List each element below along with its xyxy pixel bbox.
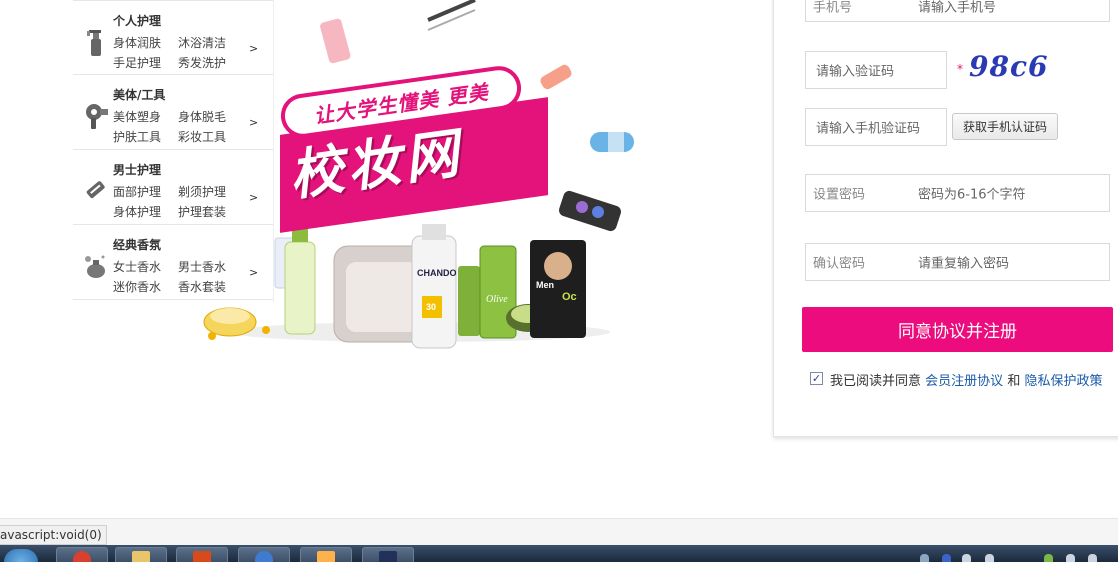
phone-input[interactable]: 请输入手机号: [918, 0, 996, 16]
start-button-icon[interactable]: [4, 549, 38, 562]
password-field[interactable]: 设置密码 密码为6-16个字符: [805, 174, 1110, 212]
brand-label: 30: [426, 302, 436, 312]
taskbar-firefox-icon[interactable]: [238, 547, 290, 562]
brand-label: CHANDO: [417, 268, 457, 278]
razor-icon: [86, 181, 105, 199]
category-link[interactable]: 护肤工具: [113, 128, 161, 145]
lotion-bottle: [284, 241, 316, 335]
eyeshadow-dot: [576, 201, 588, 213]
taskbar-chrome-icon[interactable]: [56, 547, 108, 562]
member-agreement-link[interactable]: 会员注册协议: [925, 374, 1003, 389]
eyeshadow-palette-icon: [559, 190, 621, 232]
sms-code-field[interactable]: 请输入手机验证码: [805, 108, 947, 146]
phone-label: 手机号: [813, 0, 853, 16]
category-link[interactable]: 女士香水: [113, 258, 161, 275]
category-link[interactable]: 面部护理: [113, 183, 161, 200]
olive-bottle: [458, 266, 480, 336]
password-label: 设置密码: [813, 187, 866, 203]
sms-code-input[interactable]: 请输入手机验证码: [816, 118, 920, 137]
tray-icon[interactable]: [962, 554, 971, 562]
tray-icon[interactable]: [1088, 554, 1097, 562]
sunscreen-bottle: [411, 235, 457, 349]
windows-taskbar: [0, 545, 1118, 562]
browser-status-area: [0, 518, 1118, 545]
agreement-text: 我已阅读并同意 会员注册协议 和 隐私保护政策: [830, 370, 1102, 389]
brand-label: Men: [536, 280, 554, 290]
category-title: 美体/工具: [113, 88, 166, 102]
taskbar-explorer-icon[interactable]: [115, 547, 167, 562]
tray-icon[interactable]: [985, 554, 994, 562]
category-link[interactable]: 美体塑身: [113, 108, 161, 125]
category-link[interactable]: 手足护理: [113, 54, 161, 71]
tray-icon[interactable]: [920, 554, 929, 562]
taskbar-photoshop-icon[interactable]: [362, 547, 414, 562]
brush-icon: [427, 0, 476, 22]
category-link[interactable]: 身体润肤: [113, 34, 161, 51]
perfume-icon: [85, 255, 105, 278]
registration-panel: 手机号 请输入手机号 请输入验证码 * 98c6 请输入手机验证码 获取手机认证…: [773, 0, 1118, 437]
brush-icon: [427, 9, 476, 31]
captcha-field[interactable]: 请输入验证码: [805, 51, 947, 89]
category-title: 经典香氛: [113, 238, 162, 252]
tray-icon[interactable]: [942, 554, 951, 562]
confirm-password-field[interactable]: 确认密码 请重复输入密码: [805, 243, 1110, 281]
eyeshadow-dot: [592, 206, 604, 218]
lipstick-icon: [320, 18, 351, 64]
category-title: 男士护理: [113, 163, 162, 177]
confirm-password-label: 确认密码: [813, 256, 866, 272]
privacy-policy-link[interactable]: 隐私保护政策: [1024, 374, 1102, 389]
tray-icon[interactable]: [1044, 554, 1053, 562]
agreement-prefix: 我已阅读并同意: [830, 374, 922, 389]
page: 个人护理 身体润肤 沐浴清洁 手足护理 秀发洗护 > 美体/工具 美体塑身 身体…: [0, 0, 1118, 562]
category-title: 个人护理: [113, 14, 162, 28]
taskbar-app-icon[interactable]: [176, 547, 228, 562]
register-submit-button[interactable]: 同意协议并注册: [802, 307, 1113, 352]
taskbar-folder-icon[interactable]: [300, 547, 352, 562]
captcha-image[interactable]: 98c6: [969, 50, 1049, 83]
agreement-conj: 和: [1007, 374, 1021, 389]
promo-banner[interactable]: CHANDO 30 Olive Men Oc 让大学生懂美 更美 校妆网: [190, 0, 650, 360]
category-link[interactable]: 身体护理: [113, 203, 161, 220]
agree-checkbox[interactable]: ✓: [810, 372, 823, 385]
phone-field[interactable]: 手机号 请输入手机号: [805, 0, 1110, 22]
confirm-password-input[interactable]: 请重复输入密码: [918, 253, 1009, 272]
required-mark: *: [957, 62, 963, 76]
category-link[interactable]: 迷你香水: [113, 278, 161, 295]
mascara-icon: [608, 132, 624, 152]
brand-label: Olive: [486, 294, 508, 305]
brand-label: Oc: [562, 291, 577, 303]
captcha-input[interactable]: 请输入验证码: [816, 61, 894, 80]
spray-bottle-icon: [87, 30, 101, 56]
lipstick-icon: [540, 64, 572, 90]
get-sms-code-button[interactable]: 获取手机认证码: [952, 113, 1058, 140]
hair-dryer-icon: [86, 104, 108, 129]
password-input[interactable]: 密码为6-16个字符: [918, 184, 1026, 203]
status-url-text: avascript:void(0): [0, 525, 107, 545]
tray-icon[interactable]: [1066, 554, 1075, 562]
